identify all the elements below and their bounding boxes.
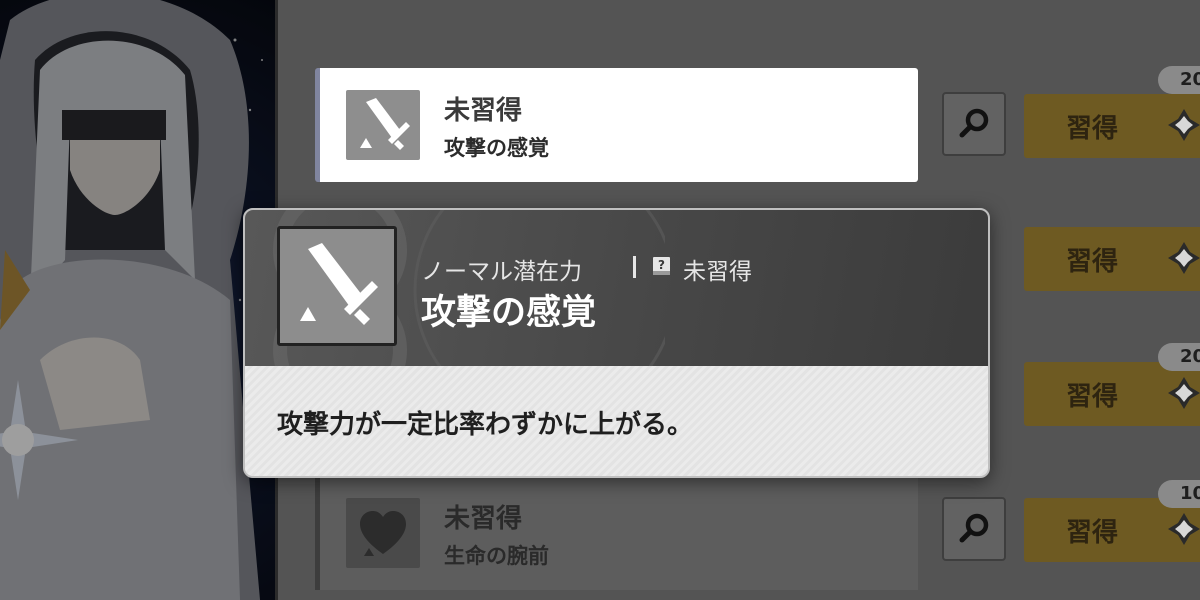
learn-button-label: 習得	[1066, 247, 1119, 277]
skill-status: 未習得	[444, 504, 523, 534]
tooltip-skill-icon	[277, 226, 397, 346]
tooltip-status: 未習得	[683, 259, 752, 285]
tooltip-category: ノーマル潜在力	[421, 259, 582, 285]
sword-icon	[300, 243, 378, 325]
sword-icon	[360, 98, 410, 150]
gem-icon	[1168, 513, 1200, 545]
gem-icon	[1168, 377, 1200, 409]
gem-icon	[1168, 242, 1200, 274]
skill-name: 生命の腕前	[444, 544, 549, 568]
svg-text:?: ?	[658, 258, 665, 272]
tooltip-header: ノーマル潜在力 ? 未習得 攻撃の感覚	[245, 210, 988, 366]
skill-icon-box	[346, 90, 420, 160]
heart-icon	[360, 511, 406, 556]
learn-button[interactable]: 習得	[1024, 362, 1200, 426]
cost-value: 10	[1180, 483, 1200, 504]
character-portrait	[0, 0, 275, 600]
learn-button-label: 習得	[1066, 382, 1119, 412]
cost-badge: 10	[1158, 480, 1200, 508]
magnifier-icon	[959, 513, 989, 543]
learn-button-label: 習得	[1066, 114, 1119, 144]
cost-value: 20	[1180, 69, 1200, 90]
tooltip-title: 攻撃の感覚	[421, 293, 597, 333]
skill-status: 未習得	[444, 96, 523, 126]
book-question-icon: ?	[653, 257, 670, 275]
skill-tooltip: ノーマル潜在力 ? 未習得 攻撃の感覚 攻撃力が一定比率わずかに上がる。	[243, 208, 990, 478]
skill-row-life-skill[interactable]: 未習得 生命の腕前	[315, 476, 918, 590]
search-button[interactable]	[942, 92, 1006, 156]
skill-row-attack-sense[interactable]: 未習得 攻撃の感覚	[315, 68, 918, 182]
tooltip-description: 攻撃力が一定比率わずかに上がる。	[277, 410, 694, 440]
tooltip-body: 攻撃力が一定比率わずかに上がる。	[245, 366, 988, 476]
learn-button-label: 習得	[1066, 518, 1119, 548]
separator	[633, 256, 636, 278]
gem-icon	[1168, 109, 1200, 141]
search-button[interactable]	[942, 497, 1006, 561]
skill-icon-box	[346, 498, 420, 568]
cost-badge: 20	[1158, 343, 1200, 371]
learn-button[interactable]: 習得	[1024, 94, 1200, 158]
cost-value: 20	[1180, 346, 1200, 367]
learn-button[interactable]: 習得	[1024, 227, 1200, 291]
magnifier-icon	[959, 108, 989, 138]
cost-badge: 20	[1158, 66, 1200, 94]
skill-name: 攻撃の感覚	[444, 136, 549, 160]
